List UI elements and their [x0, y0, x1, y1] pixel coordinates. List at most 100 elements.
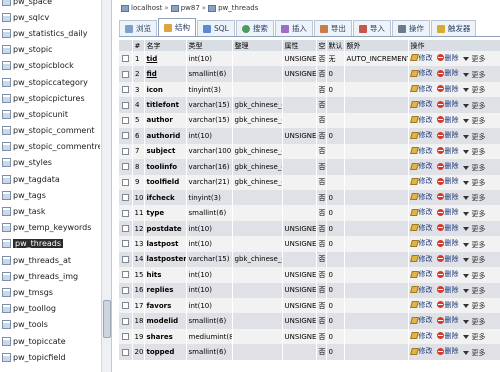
more-dropdown[interactable]: 更多 [462, 240, 486, 250]
edit-button[interactable]: 修改 [409, 207, 433, 217]
nav-table-item[interactable]: pw_statistics_daily [0, 25, 100, 41]
delete-button[interactable]: 删除 [436, 331, 459, 341]
row-checkbox[interactable] [121, 194, 129, 202]
more-dropdown[interactable]: 更多 [462, 332, 486, 342]
edit-button[interactable]: 修改 [409, 84, 433, 94]
row-checkbox[interactable] [121, 116, 129, 124]
nav-table-item[interactable]: pw_threads [0, 236, 100, 252]
nav-table-item[interactable]: pw_styles [0, 155, 100, 171]
nav-scrollbar-thumb[interactable] [103, 300, 111, 338]
edit-button[interactable]: 修改 [409, 315, 433, 325]
row-checkbox[interactable] [121, 147, 129, 155]
tab-triggers[interactable]: 触发器 [430, 20, 477, 36]
more-dropdown[interactable]: 更多 [462, 178, 486, 188]
delete-button[interactable]: 删除 [436, 238, 459, 248]
nav-table-item[interactable]: pw_stopic_commentre [0, 139, 100, 155]
edit-button[interactable]: 修改 [409, 146, 433, 156]
more-dropdown[interactable]: 更多 [462, 85, 486, 95]
edit-button[interactable]: 修改 [409, 254, 433, 264]
row-checkbox[interactable] [121, 317, 129, 325]
edit-button[interactable]: 修改 [409, 130, 433, 140]
breadcrumb-table[interactable]: pw_threads [218, 4, 258, 12]
edit-button[interactable]: 修改 [409, 192, 433, 202]
delete-button[interactable]: 删除 [436, 115, 459, 125]
breadcrumb-database[interactable]: pw87 [181, 4, 200, 12]
edit-button[interactable]: 修改 [409, 346, 433, 356]
nav-table-item[interactable]: pw_stopicpictures [0, 90, 100, 106]
more-dropdown[interactable]: 更多 [462, 163, 486, 173]
more-dropdown[interactable]: 更多 [462, 209, 486, 219]
delete-button[interactable]: 删除 [436, 176, 459, 186]
edit-button[interactable]: 修改 [409, 269, 433, 279]
tab-insert[interactable]: 插入 [274, 20, 313, 36]
delete-button[interactable]: 删除 [436, 192, 459, 202]
row-checkbox[interactable] [121, 70, 129, 78]
delete-button[interactable]: 删除 [436, 300, 459, 310]
more-dropdown[interactable]: 更多 [462, 70, 486, 80]
nav-scrollbar[interactable] [101, 0, 111, 372]
nav-table-item[interactable]: pw_sqlcv [0, 9, 100, 25]
more-dropdown[interactable]: 更多 [462, 224, 486, 234]
more-dropdown[interactable]: 更多 [462, 101, 486, 111]
nav-table-item[interactable]: pw_temp_keywords [0, 220, 100, 236]
nav-table-item[interactable]: pw_task [0, 203, 100, 219]
tab-export[interactable]: 导出 [313, 20, 352, 36]
edit-button[interactable]: 修改 [409, 238, 433, 248]
more-dropdown[interactable]: 更多 [462, 348, 486, 358]
nav-table-item[interactable]: pw_stopic [0, 42, 100, 58]
row-checkbox[interactable] [121, 333, 129, 341]
nav-table-item[interactable]: pw_stopicblock [0, 58, 100, 74]
more-dropdown[interactable]: 更多 [462, 271, 486, 281]
nav-table-item[interactable]: pw_stopicunit [0, 106, 100, 122]
edit-button[interactable]: 修改 [409, 161, 433, 171]
row-checkbox[interactable] [121, 286, 129, 294]
tab-browse[interactable]: 浏览 [119, 20, 157, 36]
nav-table-item[interactable]: pw_tools [0, 317, 100, 333]
more-dropdown[interactable]: 更多 [462, 193, 486, 203]
row-checkbox[interactable] [121, 271, 129, 279]
row-checkbox[interactable] [121, 55, 129, 63]
row-checkbox[interactable] [121, 86, 129, 94]
edit-button[interactable]: 修改 [409, 285, 433, 295]
row-checkbox[interactable] [121, 348, 129, 356]
row-checkbox[interactable] [121, 225, 129, 233]
nav-table-item[interactable]: pw_stopiccategory [0, 74, 100, 90]
more-dropdown[interactable]: 更多 [462, 147, 486, 157]
edit-button[interactable]: 修改 [409, 115, 433, 125]
row-checkbox[interactable] [121, 163, 129, 171]
tab-search[interactable]: 搜索 [235, 20, 274, 36]
delete-button[interactable]: 删除 [436, 161, 459, 171]
edit-button[interactable]: 修改 [409, 68, 433, 78]
delete-button[interactable]: 删除 [436, 254, 459, 264]
delete-button[interactable]: 删除 [436, 223, 459, 233]
nav-table-item[interactable]: pw_stopic_comment [0, 123, 100, 139]
row-checkbox[interactable] [121, 132, 129, 140]
edit-button[interactable]: 修改 [409, 223, 433, 233]
more-dropdown[interactable]: 更多 [462, 255, 486, 265]
more-dropdown[interactable]: 更多 [462, 116, 486, 126]
nav-table-item[interactable]: pw_space [0, 0, 100, 9]
row-checkbox[interactable] [121, 178, 129, 186]
delete-button[interactable]: 删除 [436, 53, 459, 63]
delete-button[interactable]: 删除 [436, 269, 459, 279]
tab-sql[interactable]: SQL [197, 20, 235, 36]
edit-button[interactable]: 修改 [409, 176, 433, 186]
row-checkbox[interactable] [121, 240, 129, 248]
delete-button[interactable]: 删除 [436, 146, 459, 156]
nav-table-item[interactable]: pw_tagdata [0, 171, 100, 187]
more-dropdown[interactable]: 更多 [462, 301, 486, 311]
nav-table-item[interactable]: pw_topicfield [0, 349, 100, 365]
more-dropdown[interactable]: 更多 [462, 54, 486, 64]
tab-operations[interactable]: 操作 [391, 20, 430, 36]
delete-button[interactable]: 删除 [436, 84, 459, 94]
nav-table-item[interactable]: pw_toollog [0, 301, 100, 317]
row-checkbox[interactable] [121, 209, 129, 217]
row-checkbox[interactable] [121, 101, 129, 109]
nav-table-item[interactable]: pw_threads_at [0, 252, 100, 268]
edit-button[interactable]: 修改 [409, 53, 433, 63]
nav-table-item[interactable]: pw_threads_img [0, 268, 100, 284]
delete-button[interactable]: 删除 [436, 99, 459, 109]
delete-button[interactable]: 删除 [436, 68, 459, 78]
delete-button[interactable]: 删除 [436, 285, 459, 295]
row-checkbox[interactable] [121, 302, 129, 310]
